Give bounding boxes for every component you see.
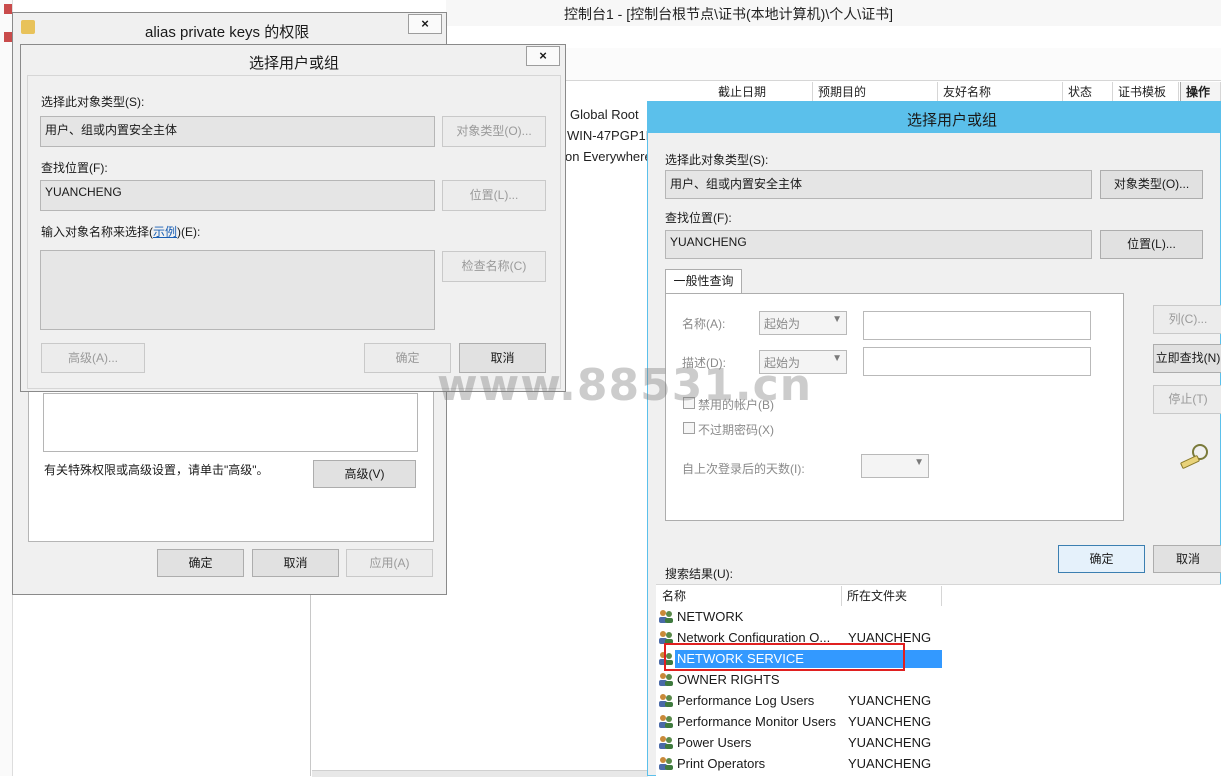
user-group-icon xyxy=(659,610,673,623)
enter-label-pre: 输入对象名称来选择( xyxy=(41,225,153,239)
mmc-title: 控制台1 - [控制台根节点\证书(本地计算机)\个人\证书] xyxy=(564,6,893,22)
chevron-down-icon: ▼ xyxy=(832,353,842,364)
enter-object-names-label: 输入对象名称来选择(示例)(E): xyxy=(41,223,200,240)
watermark: www.88531.cn xyxy=(437,360,813,411)
days-since-logon-combo[interactable]: ▼ xyxy=(861,454,929,478)
result-name: NETWORK xyxy=(677,609,744,624)
permissions-close-button[interactable]: × xyxy=(408,14,442,34)
nonexpiring-password-label: 不过期密码(X) xyxy=(698,423,774,437)
search-results-label: 搜索结果(U): xyxy=(665,567,733,581)
select-small-title: 选择用户或组 xyxy=(249,55,340,72)
special-permissions-text: 有关特殊权限或高级设置，请单击"高级"。 xyxy=(44,463,269,477)
name-combo-value: 起始为 xyxy=(764,317,801,331)
folder-icon xyxy=(21,20,35,34)
check-names-button[interactable]: 检查名称(C) xyxy=(442,251,546,282)
result-folder: YUANCHENG xyxy=(848,756,932,771)
small-location-field: YUANCHENG xyxy=(40,180,435,211)
description-input[interactable] xyxy=(863,347,1091,376)
enter-label-post: )(E): xyxy=(177,225,201,239)
result-folder: YUANCHENG xyxy=(848,735,932,750)
small-locations-button[interactable]: 位置(L)... xyxy=(442,180,546,211)
large-cancel-button[interactable]: 取消 xyxy=(1153,545,1221,573)
result-row-power-users[interactable]: Power Users YUANCHENG xyxy=(658,732,948,753)
chevron-down-icon: ▼ xyxy=(914,457,924,468)
small-object-type-field: 用户、组或内置安全主体 xyxy=(40,116,435,147)
select-users-dialog-small: 选择用户或组 × 选择此对象类型(S): 用户、组或内置安全主体 对象类型(O)… xyxy=(20,44,566,392)
annotation-highlight-box xyxy=(664,643,905,671)
result-row-perf-log-users[interactable]: Performance Log Users YUANCHENG xyxy=(658,690,948,711)
user-group-icon xyxy=(659,694,673,707)
search-keys-icon xyxy=(1180,444,1208,469)
result-folder: YUANCHENG xyxy=(848,693,932,708)
mmc-toolbar-icon xyxy=(4,32,12,42)
col-cert-template[interactable]: 证书模板 xyxy=(1113,82,1179,102)
mmc-tree-splitter[interactable] xyxy=(310,595,311,776)
name-match-combo[interactable]: 起始为 ▼ xyxy=(759,311,847,335)
result-name: Performance Log Users xyxy=(677,693,815,708)
permissions-list[interactable] xyxy=(43,393,418,452)
chevron-down-icon: ▼ xyxy=(832,314,842,325)
result-row-print-operators[interactable]: Print Operators YUANCHENG xyxy=(658,753,948,774)
cert-row-1[interactable]: Global Root xyxy=(570,107,639,122)
select-small-close-button[interactable]: × xyxy=(526,46,560,66)
mmc-app-icon xyxy=(4,4,12,14)
small-object-type-label: 选择此对象类型(S): xyxy=(41,95,145,109)
name-label: 名称(A): xyxy=(682,317,726,331)
select-large-title: 选择用户或组 xyxy=(907,112,998,129)
tab-common-queries[interactable]: 一般性查询 xyxy=(665,269,742,293)
user-group-icon xyxy=(659,736,673,749)
find-now-button[interactable]: 立即查找(N) xyxy=(1153,344,1221,373)
col-status[interactable]: 状态 xyxy=(1063,82,1113,102)
actions-pane-header: 操作 xyxy=(1180,82,1221,102)
col-intended-purpose[interactable]: 预期目的 xyxy=(813,82,938,102)
cert-row-3[interactable]: on Everywhere xyxy=(565,149,652,164)
small-advanced-button[interactable]: 高级(A)... xyxy=(41,343,145,373)
result-name: Print Operators xyxy=(677,756,766,771)
user-group-icon xyxy=(659,757,673,770)
name-input[interactable] xyxy=(863,311,1091,340)
col-expiry-date[interactable]: 截止日期 xyxy=(713,82,813,102)
mmc-title-bar: 控制台1 - [控制台根节点\证书(本地计算机)\个人\证书] xyxy=(446,0,1221,27)
large-object-type-label: 选择此对象类型(S): xyxy=(665,153,769,167)
result-row-owner-rights[interactable]: OWNER RIGHTS xyxy=(658,669,948,690)
result-name: Performance Monitor Users xyxy=(677,714,836,729)
result-name: OWNER RIGHTS xyxy=(677,672,780,687)
results-col-name[interactable]: 名称 xyxy=(656,586,842,606)
result-folder: YUANCHENG xyxy=(848,714,932,729)
result-name: Power Users xyxy=(677,735,752,750)
object-names-input[interactable] xyxy=(40,250,435,330)
permissions-title: alias private keys 的权限 xyxy=(145,24,310,41)
user-group-icon xyxy=(659,631,673,644)
small-object-types-button[interactable]: 对象类型(O)... xyxy=(442,116,546,147)
nonexpiring-password-checkbox[interactable] xyxy=(683,422,695,434)
user-group-icon xyxy=(659,715,673,728)
large-locations-button[interactable]: 位置(L)... xyxy=(1100,230,1203,259)
advanced-button[interactable]: 高级(V) xyxy=(313,460,416,488)
small-location-label: 查找位置(F): xyxy=(41,161,108,175)
large-location-label: 查找位置(F): xyxy=(665,211,732,225)
results-col-folder[interactable]: 所在文件夹 xyxy=(842,586,942,606)
perm-ok-button[interactable]: 确定 xyxy=(157,549,244,577)
large-location-field: YUANCHENG xyxy=(665,230,1092,259)
result-row-network[interactable]: NETWORK xyxy=(658,606,948,627)
large-object-type-field: 用户、组或内置安全主体 xyxy=(665,170,1092,199)
col-friendly-name[interactable]: 友好名称 xyxy=(938,82,1063,102)
user-group-icon xyxy=(659,673,673,686)
large-object-types-button[interactable]: 对象类型(O)... xyxy=(1100,170,1203,199)
days-since-logon-label: 自上次登录后的天数(I): xyxy=(682,462,805,476)
perm-cancel-button[interactable]: 取消 xyxy=(252,549,339,577)
large-ok-button[interactable]: 确定 xyxy=(1058,545,1145,573)
cert-row-2[interactable]: WIN-47PGP1F xyxy=(567,128,654,143)
result-row-perf-monitor-users[interactable]: Performance Monitor Users YUANCHENG xyxy=(658,711,948,732)
stop-button[interactable]: 停止(T) xyxy=(1153,385,1221,414)
perm-apply-button[interactable]: 应用(A) xyxy=(346,549,433,577)
columns-button[interactable]: 列(C)... xyxy=(1153,305,1221,334)
examples-link[interactable]: 示例 xyxy=(153,225,177,239)
